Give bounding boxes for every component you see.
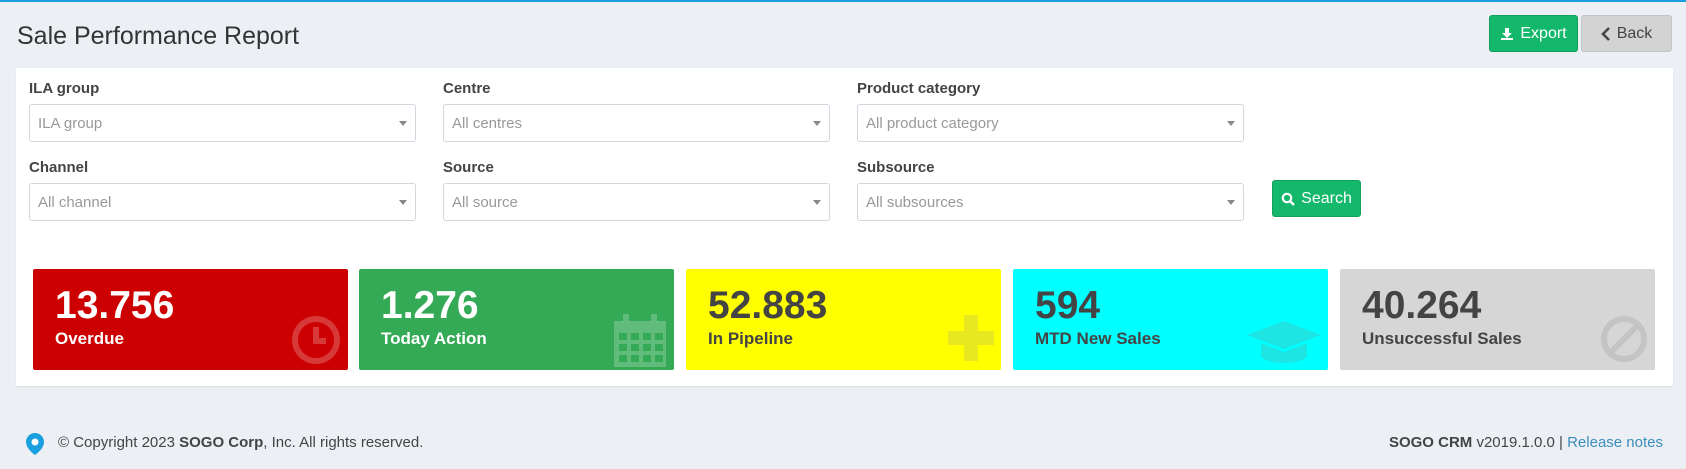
tile-value: 13.756 — [55, 284, 175, 327]
ila-group-label: ILA group — [29, 80, 100, 97]
export-label: Export — [1520, 24, 1567, 42]
caret-down-icon — [813, 200, 821, 205]
in-pipeline-tile[interactable]: 52.883 In Pipeline — [686, 269, 1001, 370]
product-category-label: Product category — [857, 80, 981, 97]
subsource-select[interactable]: All subsources — [857, 183, 1244, 221]
search-icon — [1281, 192, 1296, 206]
caret-down-icon — [1227, 200, 1235, 205]
copyright-prefix: © Copyright 2023 — [58, 434, 180, 451]
export-button[interactable]: Export — [1489, 15, 1578, 52]
unsuccessful-sales-tile[interactable]: 40.264 Unsuccessful Sales — [1340, 269, 1655, 370]
calendar-icon — [611, 313, 669, 370]
product-name: SOGO CRM — [1388, 434, 1473, 451]
centre-label: Centre — [443, 80, 491, 97]
tile-value: 594 — [1035, 284, 1101, 327]
channel-placeholder: All channel — [38, 193, 112, 211]
caret-down-icon — [1227, 121, 1235, 126]
company-name: SOGO Corp — [179, 434, 264, 451]
tile-label: MTD New Sales — [1035, 329, 1161, 348]
product-category-select[interactable]: All product category — [857, 104, 1244, 142]
product-category-placeholder: All product category — [866, 114, 999, 132]
caret-down-icon — [399, 200, 407, 205]
source-placeholder: All source — [452, 193, 518, 211]
ila-group-placeholder: ILA group — [38, 114, 103, 132]
tile-label: In Pipeline — [708, 329, 794, 348]
ila-group-select[interactable]: ILA group — [29, 104, 416, 142]
tile-value: 52.883 — [708, 284, 828, 327]
page-title: Sale Performance Report — [17, 22, 300, 50]
download-icon — [1500, 27, 1514, 41]
ban-icon — [1598, 313, 1650, 370]
graduation-cap-icon — [1245, 317, 1323, 370]
back-button[interactable]: Back — [1581, 15, 1672, 52]
tile-value: 40.264 — [1362, 284, 1482, 327]
copyright-text: © Copyright 2023 SOGO Corp, Inc. All rig… — [58, 434, 423, 451]
location-pin-icon — [25, 432, 45, 461]
search-label: Search — [1301, 189, 1352, 207]
source-select[interactable]: All source — [443, 183, 830, 221]
version-info: SOGO CRM v2019.1.0.0 | Release notes — [1389, 434, 1663, 451]
chevron-left-icon — [1600, 26, 1611, 41]
tile-label: Overdue — [55, 329, 124, 348]
search-button[interactable]: Search — [1272, 180, 1361, 217]
caret-down-icon — [399, 121, 407, 126]
today-action-tile[interactable]: 1.276 Today Action — [359, 269, 674, 370]
clock-icon — [289, 313, 343, 370]
version-text: v2019.1.0.0 | — [1472, 434, 1568, 451]
caret-down-icon — [813, 121, 821, 126]
channel-select[interactable]: All channel — [29, 183, 416, 221]
overdue-tile[interactable]: 13.756 Overdue — [33, 269, 348, 370]
mtd-new-sales-tile[interactable]: 594 MTD New Sales — [1013, 269, 1328, 370]
source-label: Source — [443, 159, 494, 176]
centre-select[interactable]: All centres — [443, 104, 830, 142]
subsource-placeholder: All subsources — [866, 193, 964, 211]
subsource-label: Subsource — [857, 159, 935, 176]
copyright-suffix: , Inc. All rights reserved. — [263, 434, 424, 451]
tile-value: 1.276 — [381, 284, 479, 327]
back-label: Back — [1616, 24, 1653, 42]
channel-label: Channel — [29, 159, 89, 176]
centre-placeholder: All centres — [452, 114, 523, 132]
tile-label: Unsuccessful Sales — [1362, 329, 1522, 348]
filter-panel: ILA group ILA group Centre All centres P… — [16, 68, 1673, 386]
release-notes-link[interactable]: Release notes — [1567, 434, 1663, 451]
tile-label: Today Action — [381, 329, 487, 348]
plus-icon — [946, 313, 996, 368]
